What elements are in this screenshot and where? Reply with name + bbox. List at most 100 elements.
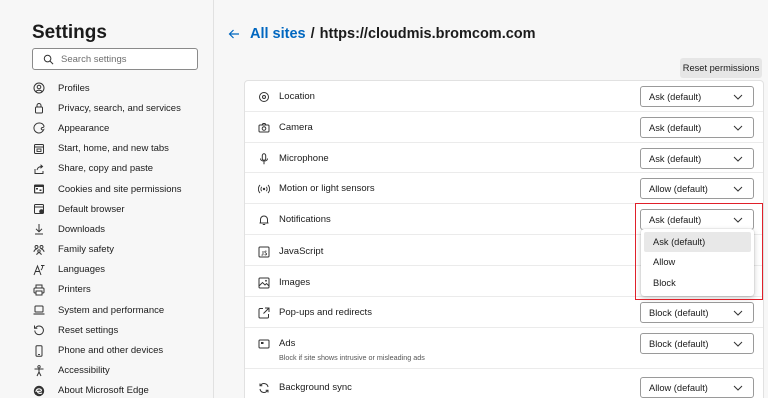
select-value: Ask (default) bbox=[649, 214, 702, 225]
reset-icon bbox=[32, 323, 46, 337]
permission-label: Camera bbox=[279, 122, 313, 133]
chevron-down-icon bbox=[733, 308, 743, 318]
chevron-down-icon bbox=[733, 154, 743, 164]
sidebar-item-default-browser[interactable]: Default browser bbox=[32, 199, 212, 219]
permission-row-background-sync: Background sync Allow (default) bbox=[245, 369, 763, 398]
sensors-select[interactable]: Allow (default) bbox=[640, 178, 754, 199]
sidebar-nav: Profiles Privacy, search, and services A… bbox=[32, 78, 212, 398]
sidebar-item-label: Accessibility bbox=[58, 365, 110, 377]
background-sync-select[interactable]: Allow (default) bbox=[640, 377, 754, 398]
select-value: Block (default) bbox=[649, 307, 709, 318]
home-tab-icon bbox=[32, 142, 46, 156]
sidebar-item-label: Share, copy and paste bbox=[58, 163, 154, 175]
ads-icon bbox=[257, 337, 271, 351]
chevron-down-icon bbox=[733, 184, 743, 194]
sidebar-item-privacy[interactable]: Privacy, search, and services bbox=[32, 98, 212, 118]
permission-row-location: Location Ask (default) bbox=[245, 81, 763, 112]
sidebar-item-start-home[interactable]: Start, home, and new tabs bbox=[32, 139, 212, 159]
sidebar-item-appearance[interactable]: Appearance bbox=[32, 118, 212, 138]
search-box[interactable] bbox=[32, 48, 198, 70]
microphone-icon bbox=[257, 152, 271, 166]
dropdown-option-ask[interactable]: Ask (default) bbox=[644, 232, 751, 253]
language-icon bbox=[32, 263, 46, 277]
chevron-down-icon bbox=[733, 92, 743, 102]
sidebar-item-downloads[interactable]: Downloads bbox=[32, 219, 212, 239]
sidebar-item-label: Downloads bbox=[58, 223, 105, 235]
sidebar-item-label: Printers bbox=[58, 284, 91, 296]
back-arrow-icon[interactable] bbox=[228, 27, 242, 41]
select-value: Allow (default) bbox=[649, 183, 708, 194]
camera-select[interactable]: Ask (default) bbox=[640, 117, 754, 138]
javascript-icon bbox=[257, 245, 271, 259]
sidebar-title: Settings bbox=[32, 22, 107, 43]
sidebar-item-label: Phone and other devices bbox=[58, 345, 164, 357]
all-sites-link[interactable]: All sites bbox=[250, 26, 306, 42]
sidebar-item-about[interactable]: About Microsoft Edge bbox=[32, 381, 212, 398]
search-input[interactable] bbox=[61, 53, 191, 65]
dropdown-option-allow[interactable]: Allow bbox=[644, 252, 751, 272]
permission-label: Background sync bbox=[279, 382, 352, 393]
sidebar-item-label: Privacy, search, and services bbox=[58, 102, 181, 114]
permission-row-sensors: Motion or light sensors Allow (default) bbox=[245, 173, 763, 204]
permission-label: Pop-ups and redirects bbox=[279, 307, 372, 318]
sidebar-item-label: Default browser bbox=[58, 203, 125, 215]
dropdown-option-block[interactable]: Block bbox=[644, 273, 751, 293]
search-icon bbox=[41, 52, 55, 66]
select-value: Ask (default) bbox=[649, 91, 702, 102]
sidebar-item-printers[interactable]: Printers bbox=[32, 280, 212, 300]
breadcrumb: All sites / https://cloudmis.bromcom.com bbox=[228, 26, 536, 42]
sidebar-item-profiles[interactable]: Profiles bbox=[32, 78, 212, 98]
permission-row-camera: Camera Ask (default) bbox=[245, 112, 763, 143]
sidebar-item-system[interactable]: System and performance bbox=[32, 300, 212, 320]
family-icon bbox=[32, 243, 46, 257]
location-icon bbox=[257, 90, 271, 104]
permission-row-popups: Pop-ups and redirects Block (default) bbox=[245, 297, 763, 328]
permission-label: JavaScript bbox=[279, 246, 324, 257]
browser-icon bbox=[32, 202, 46, 216]
sensor-icon bbox=[257, 182, 271, 196]
notifications-dropdown-menu: Ask (default) Allow Block bbox=[641, 229, 754, 296]
permission-label: Microphone bbox=[279, 153, 329, 164]
sidebar-item-label: Start, home, and new tabs bbox=[58, 143, 169, 155]
appearance-icon bbox=[32, 121, 46, 135]
download-icon bbox=[32, 222, 46, 236]
popup-icon bbox=[257, 306, 271, 320]
bell-icon bbox=[257, 213, 271, 227]
permission-label: Location bbox=[279, 91, 315, 102]
sidebar-item-family-safety[interactable]: Family safety bbox=[32, 240, 212, 260]
sidebar-item-share[interactable]: Share, copy and paste bbox=[32, 159, 212, 179]
select-value: Ask (default) bbox=[649, 122, 702, 133]
location-select[interactable]: Ask (default) bbox=[640, 86, 754, 107]
edge-icon bbox=[32, 384, 46, 398]
sidebar-item-accessibility[interactable]: Accessibility bbox=[32, 361, 212, 381]
select-value: Allow (default) bbox=[649, 382, 708, 393]
permission-description: Block if site shows intrusive or mislead… bbox=[279, 353, 425, 362]
breadcrumb-separator: / bbox=[310, 26, 315, 42]
ads-select[interactable]: Block (default) bbox=[640, 333, 754, 354]
microphone-select[interactable]: Ask (default) bbox=[640, 148, 754, 169]
permission-label: Images bbox=[279, 277, 311, 288]
sidebar-item-languages[interactable]: Languages bbox=[32, 260, 212, 280]
sidebar-item-label: Appearance bbox=[58, 122, 110, 134]
share-icon bbox=[32, 162, 46, 176]
sidebar-item-reset[interactable]: Reset settings bbox=[32, 320, 212, 340]
profile-icon bbox=[32, 81, 46, 95]
sidebar-item-label: Cookies and site permissions bbox=[58, 183, 182, 195]
sync-icon bbox=[257, 381, 271, 395]
select-value: Ask (default) bbox=[649, 153, 702, 164]
select-value: Block (default) bbox=[649, 338, 709, 349]
chevron-down-icon bbox=[733, 215, 743, 225]
sidebar-item-label: Reset settings bbox=[58, 324, 119, 336]
sidebar: Settings Profiles Privacy, search, and s… bbox=[0, 0, 214, 398]
sidebar-item-label: Languages bbox=[58, 264, 106, 276]
popups-select[interactable]: Block (default) bbox=[640, 302, 754, 323]
cookies-icon bbox=[32, 182, 46, 196]
reset-permissions-button[interactable]: Reset permissions bbox=[680, 58, 762, 78]
notifications-select[interactable]: Ask (default) bbox=[640, 209, 754, 230]
permission-label: Notifications bbox=[279, 214, 331, 225]
sidebar-item-cookies[interactable]: Cookies and site permissions bbox=[32, 179, 212, 199]
chevron-down-icon bbox=[733, 339, 743, 349]
sidebar-item-phone[interactable]: Phone and other devices bbox=[32, 340, 212, 360]
chevron-down-icon bbox=[733, 383, 743, 393]
permission-row-ads: Ads Block if site shows intrusive or mis… bbox=[245, 328, 763, 369]
